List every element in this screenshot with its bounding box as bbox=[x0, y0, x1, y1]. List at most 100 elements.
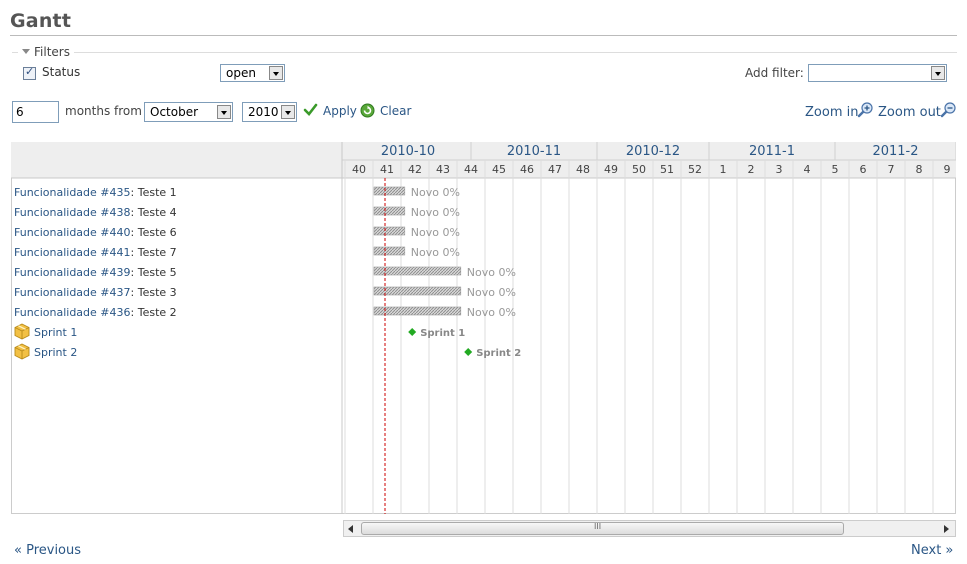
gantt-month-label: 2010-12 bbox=[626, 144, 680, 159]
add-filter-select[interactable] bbox=[808, 64, 947, 82]
add-filter-label: Add filter: bbox=[745, 66, 804, 80]
status-operator-select[interactable]: open bbox=[220, 64, 285, 82]
gantt-week-label: 52 bbox=[688, 163, 702, 176]
issue-tracker-link[interactable]: Funcionalidade #440 bbox=[14, 226, 131, 239]
year-select[interactable]: 2010 bbox=[242, 102, 297, 122]
gantt-issue-label[interactable]: Funcionalidade #437: Teste 3 bbox=[14, 286, 177, 299]
gantt-week-label: 7 bbox=[888, 163, 895, 176]
gantt-issue-label[interactable]: Funcionalidade #439: Teste 5 bbox=[14, 266, 177, 279]
gantt-issue-label[interactable]: Funcionalidade #438: Teste 4 bbox=[14, 206, 177, 219]
next-link[interactable]: Next » bbox=[911, 543, 953, 558]
gantt-task-bar[interactable] bbox=[373, 206, 406, 216]
issue-subject: : Teste 3 bbox=[131, 286, 177, 299]
gantt-week-label: 41 bbox=[380, 163, 394, 176]
issue-tracker-link[interactable]: Funcionalidade #436 bbox=[14, 306, 131, 319]
gantt-week-label: 47 bbox=[548, 163, 562, 176]
month-select[interactable]: October bbox=[144, 102, 233, 122]
gantt-week-label: 44 bbox=[464, 163, 478, 176]
gantt-task-status: Novo 0% bbox=[411, 186, 460, 199]
gantt-task-status: Novo 0% bbox=[411, 246, 460, 259]
zoom-out-label: Zoom out bbox=[878, 105, 941, 120]
gantt-week-label: 42 bbox=[408, 163, 422, 176]
gantt-task-status: Novo 0% bbox=[411, 226, 460, 239]
zoom-in-link[interactable]: Zoom in bbox=[805, 105, 858, 120]
gantt-week-label: 45 bbox=[492, 163, 506, 176]
gantt-week-label: 3 bbox=[776, 163, 783, 176]
status-filter-checkbox[interactable] bbox=[23, 65, 36, 80]
clear-label: Clear bbox=[380, 104, 412, 118]
issue-tracker-link[interactable]: Funcionalidade #441 bbox=[14, 246, 131, 259]
issue-tracker-link[interactable]: Funcionalidade #438 bbox=[14, 206, 131, 219]
gantt-task-status: Novo 0% bbox=[467, 286, 516, 299]
previous-link[interactable]: « Previous bbox=[14, 543, 81, 558]
chevron-down-icon bbox=[269, 66, 283, 80]
scroll-right-icon[interactable] bbox=[944, 525, 949, 533]
package-icon bbox=[14, 343, 30, 360]
issue-subject: : Teste 2 bbox=[131, 306, 177, 319]
chevron-down-icon bbox=[281, 105, 295, 119]
collapse-icon bbox=[22, 49, 30, 54]
gantt-task-bar[interactable] bbox=[373, 186, 406, 196]
zoom-out-icon[interactable] bbox=[940, 102, 957, 118]
gantt-task-status: Novo 0% bbox=[467, 306, 516, 319]
filters-legend-label: Filters bbox=[34, 45, 70, 59]
gantt-milestone-diamond[interactable] bbox=[464, 348, 473, 356]
gantt-issue-label[interactable]: Funcionalidade #441: Teste 7 bbox=[14, 246, 177, 259]
chevron-down-icon bbox=[931, 66, 945, 80]
year-select-value: 2010 bbox=[248, 105, 279, 119]
gantt-horizontal-scrollbar[interactable]: III bbox=[343, 520, 956, 537]
gantt-milestone-diamond[interactable] bbox=[408, 328, 417, 336]
gantt-month-label: 2010-11 bbox=[507, 144, 561, 159]
month-select-value: October bbox=[150, 105, 199, 119]
issue-subject: : Teste 7 bbox=[131, 246, 177, 259]
filters-divider bbox=[12, 52, 957, 53]
gantt-month-label: 2011-2 bbox=[872, 144, 918, 159]
gantt-week-label: 1 bbox=[720, 163, 727, 176]
gantt-version-link[interactable]: Sprint 2 bbox=[34, 346, 77, 359]
gantt-milestone-label: Sprint 2 bbox=[476, 348, 521, 359]
gantt-issue-label[interactable]: Funcionalidade #435: Teste 1 bbox=[14, 186, 177, 199]
gantt-task-bar[interactable] bbox=[373, 286, 462, 296]
scroll-left-icon[interactable] bbox=[348, 525, 353, 533]
gantt-task-bar[interactable] bbox=[373, 246, 406, 256]
gantt-issue-label[interactable]: Funcionalidade #440: Teste 6 bbox=[14, 226, 177, 239]
months-input[interactable]: 6 bbox=[12, 101, 59, 123]
issue-tracker-link[interactable]: Funcionalidade #435 bbox=[14, 186, 131, 199]
gantt-week-label: 9 bbox=[944, 163, 951, 176]
gantt-month-label: 2010-10 bbox=[381, 144, 435, 159]
gantt-week-label: 2 bbox=[748, 163, 755, 176]
page-title: Gantt bbox=[10, 10, 72, 32]
issue-subject: : Teste 6 bbox=[131, 226, 177, 239]
zoom-in-icon[interactable] bbox=[857, 102, 874, 118]
gantt-task-status: Novo 0% bbox=[467, 266, 516, 279]
issue-subject: : Teste 5 bbox=[131, 266, 177, 279]
gantt-task-bar[interactable] bbox=[373, 266, 462, 276]
zoom-out-link[interactable]: Zoom out bbox=[878, 105, 941, 120]
gantt-issue-label[interactable]: Funcionalidade #436: Teste 2 bbox=[14, 306, 177, 319]
gantt-week-label: 6 bbox=[860, 163, 867, 176]
apply-label: Apply bbox=[323, 104, 357, 118]
gantt-week-label: 5 bbox=[832, 163, 839, 176]
scrollbar-thumb[interactable]: III bbox=[361, 522, 844, 535]
gantt-version-link[interactable]: Sprint 1 bbox=[34, 326, 77, 339]
gantt-week-label: 51 bbox=[660, 163, 674, 176]
gantt-week-label: 8 bbox=[916, 163, 923, 176]
scrollbar-grip: III bbox=[594, 522, 602, 531]
gantt-week-label: 46 bbox=[520, 163, 534, 176]
issue-tracker-link[interactable]: Funcionalidade #437 bbox=[14, 286, 131, 299]
gantt-task-bar[interactable] bbox=[373, 306, 462, 316]
zoom-in-label: Zoom in bbox=[805, 105, 859, 120]
issue-tracker-link[interactable]: Funcionalidade #439 bbox=[14, 266, 131, 279]
gantt-week-label: 48 bbox=[576, 163, 590, 176]
filters-toggle[interactable]: Filters bbox=[18, 45, 74, 59]
gantt-task-bar[interactable] bbox=[373, 226, 406, 236]
gantt-week-label: 50 bbox=[632, 163, 646, 176]
package-icon bbox=[14, 323, 30, 340]
gantt-week-label: 4 bbox=[804, 163, 811, 176]
gantt-week-label: 49 bbox=[604, 163, 618, 176]
gantt-task-status: Novo 0% bbox=[411, 206, 460, 219]
title-divider bbox=[10, 35, 957, 36]
checkmark-icon bbox=[303, 103, 318, 116]
issue-subject: : Teste 1 bbox=[131, 186, 177, 199]
gantt-week-label: 43 bbox=[436, 163, 450, 176]
